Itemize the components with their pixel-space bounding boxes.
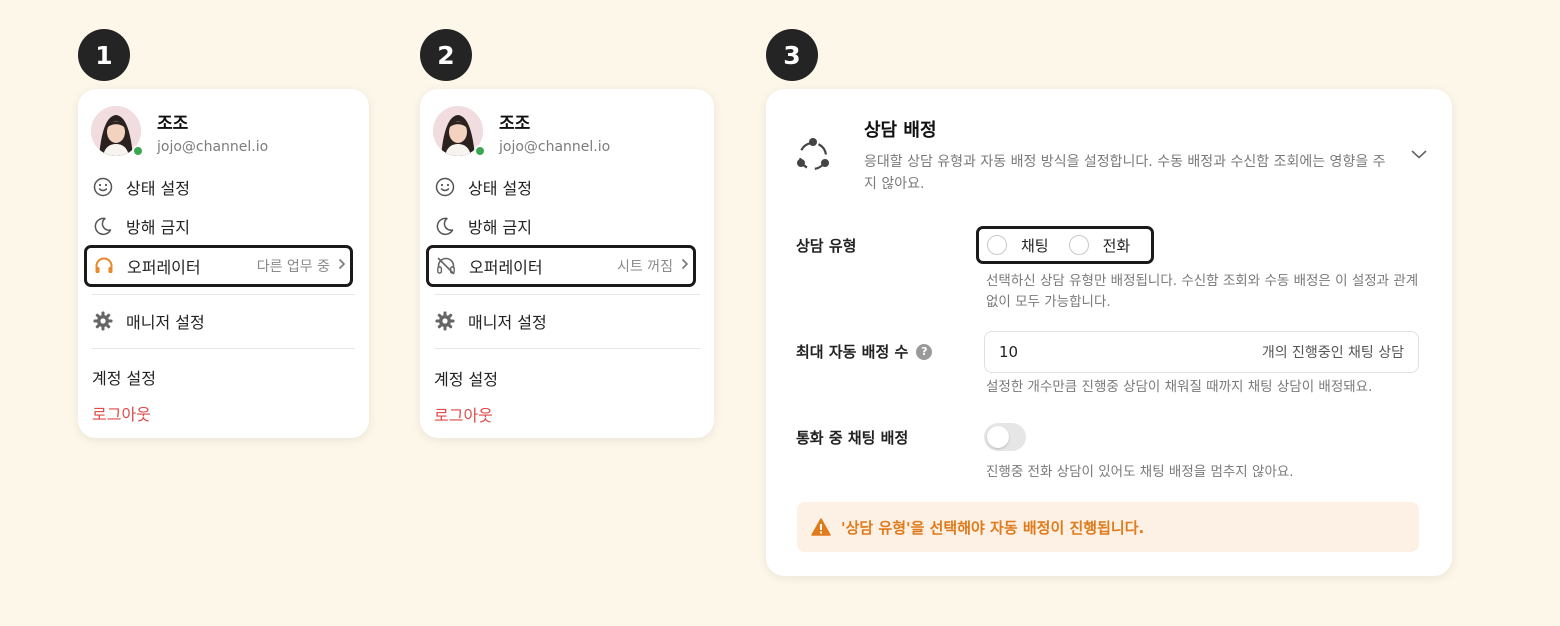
max-auto-assign-help: 설정한 개수만큼 진행중 상담이 채워질 때까지 채팅 상담이 배정돼요. [986, 379, 1373, 395]
max-auto-assign-label-text: 최대 자동 배정 수 [796, 343, 909, 361]
menu-divider [92, 348, 355, 349]
headset-icon [93, 255, 115, 277]
smile-icon [434, 176, 456, 198]
settings-title: 상담 배정 [864, 120, 937, 141]
profile-name: 조조 [157, 114, 189, 134]
profile-email: jojo@channel.io [157, 139, 269, 155]
operator-label: 오퍼레이터 [469, 258, 543, 277]
online-status-dot [474, 145, 486, 157]
menu-item-status-setting[interactable]: 상태 설정 [92, 172, 190, 202]
checkbox-circle[interactable] [1068, 235, 1089, 255]
gear-icon [434, 310, 456, 332]
gear-icon [92, 310, 114, 332]
menu-item-label: 매니저 설정 [468, 313, 547, 332]
operator-status: 시트 꺼짐 [617, 259, 673, 275]
avatar[interactable] [91, 106, 144, 157]
menu-divider [434, 294, 700, 295]
step-2-badge: 2 [420, 29, 472, 81]
chevron-right-icon [338, 258, 346, 274]
menu-item-logout[interactable]: 로그아웃 [92, 401, 151, 425]
checkbox-circle[interactable] [987, 235, 1007, 255]
chevron-down-icon[interactable] [1410, 145, 1428, 164]
checkbox-label: 채팅 [1021, 236, 1049, 255]
online-status-dot [132, 145, 144, 157]
menu-divider [92, 294, 355, 295]
menu-item-label: 상태 설정 [126, 179, 190, 198]
warning-text: '상담 유형'을 선택해야 자동 배정이 진행됩니다. [841, 518, 1145, 537]
moon-icon [434, 215, 456, 237]
chevron-right-icon [681, 258, 689, 274]
chat-during-call-toggle[interactable] [984, 423, 1026, 451]
warning-icon [811, 518, 831, 536]
avatar[interactable] [433, 106, 486, 157]
settings-description: 응대할 상담 유형과 자동 배정 방식을 설정합니다. 수동 배정과 수신함 조… [864, 154, 1386, 192]
step-1-badge: 1 [78, 29, 130, 81]
max-auto-assign-input[interactable]: 10 개의 진행중인 채팅 상담 [984, 331, 1419, 373]
menu-item-operator[interactable]: 오퍼레이터 다른 업무 중 [84, 245, 353, 287]
menu-item-label: 방해 금지 [468, 218, 532, 237]
warning-banner: '상담 유형'을 선택해야 자동 배정이 진행됩니다. [797, 502, 1419, 552]
menu-divider [434, 348, 700, 349]
distribution-icon [794, 137, 832, 179]
menu-item-label: 방해 금지 [126, 218, 190, 237]
question-icon[interactable]: ? [916, 343, 933, 360]
max-auto-assign-unit: 개의 진행중인 채팅 상담 [1261, 345, 1404, 361]
menu-item-status-setting[interactable]: 상태 설정 [434, 172, 532, 202]
consult-type-label: 상담 유형 [796, 237, 857, 255]
menu-item-logout[interactable]: 로그아웃 [434, 402, 493, 426]
menu-item-label: 매니저 설정 [126, 313, 205, 332]
consult-type-phone-checkbox[interactable]: 전화 [1068, 235, 1131, 256]
consult-type-chat-checkbox[interactable]: 채팅 [987, 235, 1049, 256]
consult-type-options: 채팅 전화 [976, 226, 1154, 264]
headset-off-icon [435, 255, 457, 277]
max-auto-assign-value: 10 [999, 343, 1019, 361]
checkbox-label: 전화 [1102, 236, 1131, 255]
menu-item-operator[interactable]: 오퍼레이터 시트 꺼짐 [426, 245, 696, 287]
chat-during-call-label: 통화 중 채팅 배정 [796, 429, 909, 447]
menu-item-manager-settings[interactable]: 매니저 설정 [434, 306, 547, 336]
menu-item-label: 상태 설정 [468, 179, 532, 198]
menu-item-account-settings[interactable]: 계정 설정 [434, 366, 498, 390]
max-auto-assign-label: 최대 자동 배정 수 ? [796, 341, 933, 362]
smile-icon [92, 176, 114, 198]
assignment-settings-card: 상담 배정 응대할 상담 유형과 자동 배정 방식을 설정합니다. 수동 배정과… [766, 89, 1452, 576]
profile-email: jojo@channel.io [499, 139, 611, 155]
menu-item-manager-settings[interactable]: 매니저 설정 [92, 306, 205, 336]
menu-item-do-not-disturb[interactable]: 방해 금지 [92, 211, 190, 241]
operator-status: 다른 업무 중 [256, 259, 330, 275]
profile-name: 조조 [499, 114, 531, 134]
step-3-badge: 3 [766, 29, 818, 81]
profile-menu-card-2: 조조 jojo@channel.io 상태 설정 방해 금지 오퍼레이터 시트 … [420, 89, 714, 438]
profile-menu-card-1: 조조 jojo@channel.io 상태 설정 방해 금지 오퍼레이터 다른 … [78, 89, 369, 438]
consult-type-help: 선택하신 상담 유형만 배정됩니다. 수신함 조회와 수동 배정은 이 설정과 … [986, 273, 1419, 310]
operator-label: 오퍼레이터 [127, 258, 201, 277]
menu-item-account-settings[interactable]: 계정 설정 [92, 365, 156, 389]
menu-item-do-not-disturb[interactable]: 방해 금지 [434, 211, 532, 241]
toggle-knob [987, 426, 1009, 448]
chat-during-call-help: 진행중 전화 상담이 있어도 채팅 배정을 멈추지 않아요. [986, 464, 1294, 480]
moon-icon [92, 215, 114, 237]
